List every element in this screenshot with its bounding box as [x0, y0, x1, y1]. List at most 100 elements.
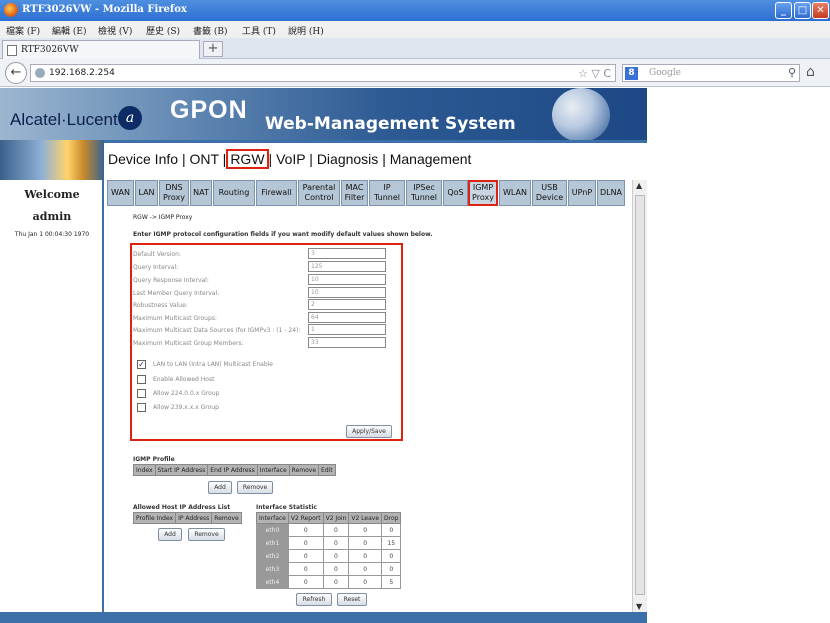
tab-wlan[interactable]: WLAN — [499, 180, 531, 206]
reset-button[interactable]: Reset — [337, 593, 367, 606]
welcome-text: Welcome — [24, 188, 80, 201]
menu-history[interactable]: 歷史 (S) — [146, 24, 180, 37]
nav-voip[interactable]: VoIP — [276, 151, 305, 167]
field-label: Maximum Multicast Data Sources (for IGMP… — [133, 327, 301, 334]
menu-bookmarks[interactable]: 書籤 (B) — [193, 24, 228, 37]
tab-nat[interactable]: NAT — [190, 180, 212, 206]
menu-view[interactable]: 檢視 (V) — [98, 24, 132, 37]
tab-ip-tunnel[interactable]: IP Tunnel — [369, 180, 405, 206]
tab-firewall[interactable]: Firewall — [256, 180, 297, 206]
table-cell: 0 — [322, 575, 350, 589]
search-icon[interactable]: ⚲ — [788, 66, 796, 79]
tab-igmp-proxy[interactable]: IGMP Proxy — [468, 180, 498, 206]
column-header: Index — [133, 464, 156, 476]
refresh-button[interactable]: Refresh — [296, 593, 332, 606]
top-nav: Device Info | ONT | RGW | VoIP | Diagnosis… — [108, 149, 472, 169]
menu-help[interactable]: 說明 (H) — [288, 24, 324, 37]
max-groups-input[interactable]: 64 — [308, 312, 386, 323]
table-cell: 0 — [322, 536, 350, 550]
profile-add-button[interactable]: Add — [208, 481, 232, 494]
table-cell: 0 — [348, 562, 383, 576]
nav-diagnosis[interactable]: Diagnosis — [317, 151, 378, 167]
tab-qos[interactable]: QoS — [443, 180, 468, 206]
tab-upnp[interactable]: UPnP — [568, 180, 596, 206]
nav-rgw[interactable]: RGW — [226, 149, 269, 169]
maximize-button[interactable]: □ — [794, 2, 811, 19]
tab-lan[interactable]: LAN — [135, 180, 158, 206]
scroll-down-icon[interactable]: ▼ — [636, 602, 642, 611]
minimize-button[interactable]: _ — [775, 2, 792, 19]
tab-ipsec-tunnel[interactable]: IPSec Tunnel — [406, 180, 442, 206]
search-box[interactable]: 8 Google ⚲ — [622, 64, 800, 82]
max-sources-input[interactable]: 1 — [308, 324, 386, 335]
query-response-input[interactable]: 10 — [308, 274, 386, 285]
robustness-input[interactable]: 2 — [308, 299, 386, 310]
menu-edit[interactable]: 編輯 (E) — [52, 24, 86, 37]
tab-parental-control[interactable]: Parental Control — [298, 180, 340, 206]
host-remove-button[interactable]: Remove — [188, 528, 225, 541]
allow-239-checkbox[interactable] — [137, 403, 146, 412]
bookmark-star-icon[interactable]: ☆ ▽ C — [578, 67, 611, 80]
nav-ont[interactable]: ONT — [189, 151, 218, 167]
lan-multicast-checkbox[interactable]: ✓ — [137, 360, 146, 369]
allowed-host-checkbox[interactable] — [137, 375, 146, 384]
nav-separator: | — [309, 151, 313, 167]
table-cell: eth4 — [256, 575, 289, 589]
column-header: Start IP Address — [154, 464, 209, 476]
allow-224-checkbox[interactable] — [137, 389, 146, 398]
table-row: eth1 0 0 0 15 — [256, 536, 402, 550]
table-row: eth3 0 0 0 0 — [256, 562, 402, 576]
table-cell: 0 — [348, 523, 383, 537]
tab-mac-filter[interactable]: MAC Filter — [341, 180, 368, 206]
tab-wan[interactable]: WAN — [107, 180, 134, 206]
new-tab-button[interactable]: + — [203, 41, 223, 57]
home-icon[interactable]: ⌂ — [806, 64, 815, 80]
tab-bar: RTF3026VW + — [0, 38, 830, 59]
table-cell: eth0 — [256, 523, 289, 537]
column-header: Drop — [381, 512, 402, 524]
default-version-input[interactable]: 3 — [308, 248, 386, 259]
vertical-scrollbar[interactable]: ▲ ▼ — [632, 180, 647, 612]
max-members-input[interactable]: 33 — [308, 337, 386, 348]
profile-remove-button[interactable]: Remove — [237, 481, 273, 494]
menu-tools[interactable]: 工具 (T) — [242, 24, 276, 37]
interface-stat-table: Interface V2 Report V2 Join V2 Leave Dro… — [256, 512, 402, 589]
window-titlebar: RTF3026VW - Mozilla Firefox _ □ ✕ — [0, 0, 830, 21]
browser-tab[interactable]: RTF3026VW — [2, 40, 200, 59]
logo-icon: a — [118, 106, 142, 130]
menu-file[interactable]: 檔案 (F) — [6, 24, 40, 37]
field-label: Query Interval: — [133, 264, 179, 271]
column-header: V2 Report — [287, 512, 324, 524]
tab-dns-proxy[interactable]: DNS Proxy — [159, 180, 189, 206]
scroll-up-icon[interactable]: ▲ — [636, 181, 642, 190]
back-button[interactable]: ← — [5, 62, 27, 84]
nav-management[interactable]: Management — [390, 151, 472, 167]
host-add-button[interactable]: Add — [158, 528, 182, 541]
scroll-thumb[interactable] — [635, 195, 645, 595]
close-button[interactable]: ✕ — [812, 2, 829, 19]
globe-graphic — [552, 88, 610, 142]
tab-dlna[interactable]: DLNA — [597, 180, 625, 206]
field-label: Maximum Multicast Group Members: — [133, 340, 244, 347]
query-interval-input[interactable]: 125 — [308, 261, 386, 272]
sidebar-image — [0, 140, 104, 180]
apply-save-button[interactable]: Apply/Save — [346, 425, 392, 438]
column-header: Profile Index — [132, 512, 177, 524]
bottom-bar — [0, 612, 647, 623]
address-bar[interactable]: 192.168.2.254 ☆ ▽ C — [30, 64, 616, 82]
nav-device-info[interactable]: Device Info — [108, 151, 178, 167]
table-cell: 0 — [322, 549, 350, 563]
table-cell: 0 — [381, 523, 402, 537]
browser-tab-label: RTF3026VW — [21, 45, 79, 55]
system-time: Thu Jan 1 00:04:30 1970 — [14, 231, 90, 238]
tab-routing[interactable]: Routing — [213, 180, 255, 206]
search-engine-icon[interactable]: 8 — [625, 67, 638, 80]
table-cell: 5 — [381, 575, 402, 589]
allowed-host-table: Profile Index IP Address Remove — [132, 512, 242, 524]
last-member-query-input[interactable]: 10 — [308, 287, 386, 298]
table-row: eth2 0 0 0 0 — [256, 549, 402, 563]
column-header: IP Address — [175, 512, 213, 524]
checkbox-label: Allow 224.0.0.x Group — [153, 390, 220, 397]
tab-usb-device[interactable]: USB Device — [532, 180, 567, 206]
column-header: Interface — [256, 464, 290, 476]
